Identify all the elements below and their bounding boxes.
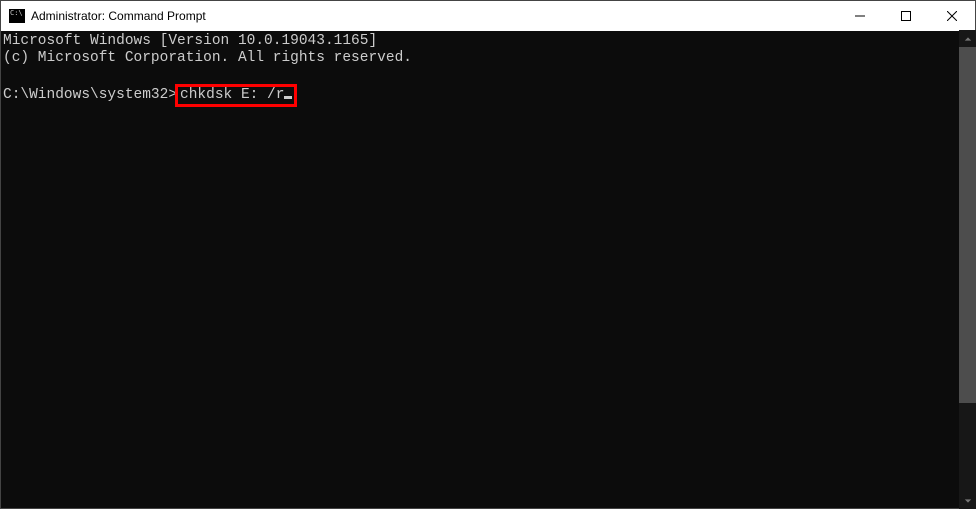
close-icon xyxy=(947,11,957,21)
window-title: Administrator: Command Prompt xyxy=(31,9,206,23)
blank-line xyxy=(3,67,973,84)
command-highlight: chkdsk E: /r xyxy=(175,84,297,107)
chevron-up-icon xyxy=(964,35,972,43)
scroll-down-button[interactable] xyxy=(959,492,976,509)
maximize-icon xyxy=(901,11,911,21)
command-prompt-window: Administrator: Command Prompt Microsoft … xyxy=(0,0,976,509)
prompt-path: C:\Windows\system32> xyxy=(3,87,177,103)
scroll-up-button[interactable] xyxy=(959,30,976,47)
window-controls xyxy=(837,1,975,31)
cmd-icon xyxy=(9,9,25,23)
minimize-button[interactable] xyxy=(837,1,883,31)
terminal-output[interactable]: Microsoft Windows [Version 10.0.19043.11… xyxy=(1,31,975,508)
vertical-scrollbar[interactable] xyxy=(959,30,976,509)
version-line: Microsoft Windows [Version 10.0.19043.11… xyxy=(3,33,973,50)
chevron-down-icon xyxy=(964,497,972,505)
titlebar[interactable]: Administrator: Command Prompt xyxy=(1,1,975,31)
prompt-line: C:\Windows\system32>chkdsk E: /r xyxy=(3,84,973,107)
minimize-icon xyxy=(855,11,865,21)
command-text: chkdsk E: /r xyxy=(180,87,284,103)
copyright-line: (c) Microsoft Corporation. All rights re… xyxy=(3,50,973,67)
text-cursor xyxy=(284,96,292,99)
scroll-track[interactable] xyxy=(959,47,976,492)
maximize-button[interactable] xyxy=(883,1,929,31)
scroll-thumb[interactable] xyxy=(959,47,976,403)
close-button[interactable] xyxy=(929,1,975,31)
